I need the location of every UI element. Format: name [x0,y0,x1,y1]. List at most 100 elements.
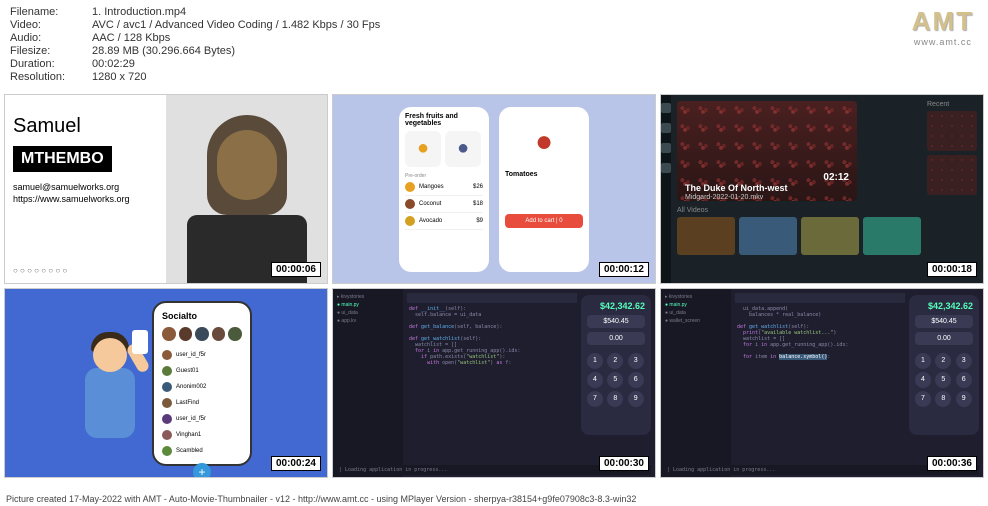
keypad-key: 2 [607,353,623,369]
phone-mockup-left: Fresh fruits and vegetables ● ● Pre-orde… [399,107,489,272]
app-title: Socialto [162,311,242,321]
home-icon [661,103,671,113]
video-tile [677,217,735,255]
timestamp-5: 00:00:30 [599,456,649,471]
character-icon [80,328,140,438]
keypad-key: 8 [607,391,623,407]
timestamp-3: 00:00:18 [927,262,977,277]
hero-duration: 02:12 [823,172,849,183]
app-preview: $42,342.62 $540.45 0.00 123 456 789 [581,295,651,435]
code-editor: ui_data.append( balances * real_balance)… [731,289,909,477]
pineapple-icon: ● [405,131,441,167]
recent-label: Recent [927,101,977,108]
blueberry-icon: ● [445,131,481,167]
keypad-key: 4 [915,372,931,388]
zero-balance: 0.00 [587,332,645,345]
list-item: user_id_f5r [162,411,242,427]
logo-text: AMT [912,6,974,37]
tomatoes-label: Tomatoes [505,171,583,178]
audio-label: Audio: [10,32,92,44]
tomato-icon: ● [509,117,579,167]
phone-mockup-right: ● Tomatoes Add to cart | 0 [499,107,589,272]
hero-title: The Duke Of North-west [685,183,788,193]
list-item: LastFind [162,395,242,411]
timestamp-1: 00:00:06 [271,262,321,277]
resolution-value: 1280 x 720 [92,71,146,83]
thumbnail-3: The Duke Of North-west Midgard-2022-01-2… [660,94,984,284]
logo-url: www.amt.cc [912,37,974,47]
timestamp-2: 00:00:12 [599,262,649,277]
thumbnail-5: ▸ kivystories ● main.py ● ui_data ● app.… [332,288,656,478]
person-icon [207,115,287,215]
list-item: user_id_f5r [162,347,242,363]
keypad-key: 6 [628,372,644,388]
avatar-icon [162,327,176,341]
presenter-email: samuel@samuelworks.org [13,182,158,192]
video-icon [661,123,671,133]
list-item: Anonim002 [162,379,242,395]
audio-value: AAC / 128 Kbps [92,32,170,44]
list-item: Vinghan1 [162,427,242,443]
filename-label: Filename: [10,6,92,18]
editor-sidebar: ▸ kivystories ● main.py ● ui_data ● app.… [333,289,403,477]
video-tile [863,217,921,255]
sub-balance: $540.45 [915,315,973,328]
list-item: Guest01 [162,363,242,379]
avatar-icon [212,327,226,341]
editor-sidebar: ▸ kivystories ● main.py ● ui_data ● wall… [661,289,731,477]
keypad-key: 2 [935,353,951,369]
balance-display: $42,342.62 [587,301,645,311]
all-videos-label: All Videos [677,207,921,214]
timestamp-6: 00:00:36 [927,456,977,471]
list-item: Scambled [162,443,242,459]
keypad-key: 7 [587,391,603,407]
music-icon [661,143,671,153]
media-sidebar [661,95,671,283]
app-preview: $42,342.62 $540.45 0.00 123 456 789 [909,295,979,435]
keypad-key: 5 [607,372,623,388]
keypad-key: 3 [628,353,644,369]
thumbnail-1: Samuel MTHEMBO samuel@samuelworks.org ht… [4,94,328,284]
settings-icon [661,163,671,173]
hero-video: The Duke Of North-west Midgard-2022-01-2… [677,101,857,201]
video-label: Video: [10,19,92,31]
filesize-label: Filesize: [10,45,92,57]
video-tile [739,217,797,255]
phone-header: Fresh fruits and vegetables [405,113,483,127]
code-editor: def __init__(self): self.balance = ui_da… [403,289,581,477]
keypad-key: 7 [915,391,931,407]
keypad-key: 5 [935,372,951,388]
keypad-key: 3 [956,353,972,369]
add-to-cart-button: Add to cart | 0 [505,214,583,228]
avatar-icon [179,327,193,341]
thumbnail-grid: Samuel MTHEMBO samuel@samuelworks.org ht… [0,92,988,478]
keypad-key: 8 [935,391,951,407]
timestamp-4: 00:00:24 [271,456,321,471]
thumbnail-4: Socialto user_id_f5r Guest01 Anonim002 L… [4,288,328,478]
sub-balance: $540.45 [587,315,645,328]
presenter-first-name: Samuel [13,115,158,138]
presenter-url: https://www.samuelworks.org [13,194,158,204]
social-phone-mockup: Socialto user_id_f5r Guest01 Anonim002 L… [152,301,252,466]
keypad-key: 4 [587,372,603,388]
hero-subtitle: Midgard-2022-01-20.mkv [685,194,763,201]
filesize-value: 28.89 MB (30.296.664 Bytes) [92,45,235,57]
avatar-icon [228,327,242,341]
keypad-key: 1 [587,353,603,369]
footer-credits: Picture created 17-May-2022 with AMT - A… [0,492,988,506]
video-tile [801,217,859,255]
thumbnail-6: ▸ kivystories ● main.py ● ui_data ● wall… [660,288,984,478]
fab-button: + [193,463,211,479]
recent-item [927,155,977,195]
avatar-icon [195,327,209,341]
keypad-key: 1 [915,353,931,369]
duration-value: 00:02:29 [92,58,135,70]
keypad-key: 9 [956,391,972,407]
zero-balance: 0.00 [915,332,973,345]
metadata-header: Filename: 1. Introduction.mp4 Video: AVC… [0,0,988,92]
presenter-last-name: MTHEMBO [13,146,112,172]
balance-display: $42,342.62 [915,301,973,311]
duration-label: Duration: [10,58,92,70]
resolution-label: Resolution: [10,71,92,83]
pagination-dots: ○ ○ ○ ○ ○ ○ ○ ○ [13,266,67,275]
